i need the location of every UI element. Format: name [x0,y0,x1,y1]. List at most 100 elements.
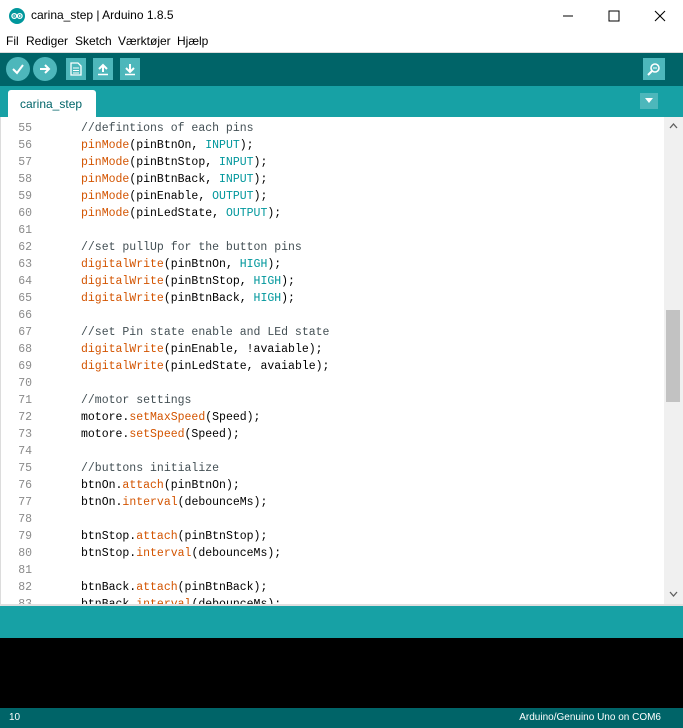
tab-menu-button[interactable] [640,93,658,109]
code-token: ); [239,139,254,152]
scrollbar-thumb[interactable] [666,310,680,402]
code-text: digitalWrite(pinBtnBack, HIGH); [81,290,295,307]
menu-file[interactable]: Fil [6,34,19,48]
code-area[interactable]: 55//defintions of each pins 56 pinMode(pin… [1,120,665,604]
console-output[interactable] [0,638,683,708]
line-number: 77 [18,496,32,509]
code-line[interactable]: 57 pinMode(pinBtnStop, INPUT); [1,154,665,171]
code-token: interval [122,496,178,509]
code-line[interactable]: 78 [1,511,665,528]
code-token: btnOn. [81,479,123,492]
code-token: //defintions of each pins [81,122,254,135]
code-line[interactable]: 67 //set Pin state enable and LEd state [1,324,665,341]
close-button[interactable] [637,0,683,31]
open-button[interactable] [93,58,113,80]
code-line[interactable]: 66 [1,307,665,324]
code-token: (pinBtnStop, [129,156,220,169]
code-text: //motor settings [81,392,191,409]
code-text: btnStop.attach(pinBtnStop); [81,528,267,545]
line-number: 63 [18,258,32,271]
code-token: pinMode [81,139,130,152]
code-line[interactable]: 59 pinMode(pinEnable, OUTPUT); [1,188,665,205]
code-line[interactable]: 72 motore.setMaxSpeed(Speed); [1,409,665,426]
code-line[interactable]: 60 pinMode(pinLedState, OUTPUT); [1,205,665,222]
line-number: 70 [18,377,32,390]
line-number: 58 [18,173,32,186]
code-line[interactable]: 69 digitalWrite(pinLedState, avaiable); [1,358,665,375]
code-token: setMaxSpeed [129,411,206,424]
menu-edit[interactable]: Rediger [26,34,68,48]
save-button[interactable] [120,58,140,80]
code-line[interactable]: 61 [1,222,665,239]
code-token: (pinBtnStop, [163,275,254,288]
code-token: INPUT [219,173,254,186]
code-token: ); [253,173,268,186]
code-line[interactable]: 76 btnOn.attach(pinBtnOn); [1,477,665,494]
scroll-up-button[interactable] [664,118,683,134]
code-line[interactable]: 79 btnStop.attach(pinBtnStop); [1,528,665,545]
code-line[interactable]: 75 //buttons initialize [1,460,665,477]
code-token: (pinBtnStop); [177,530,268,543]
code-token: ); [267,258,282,271]
code-line[interactable]: 65 digitalWrite(pinBtnBack, HIGH); [1,290,665,307]
menu-help[interactable]: Hjælp [177,34,208,48]
line-number: 68 [18,343,32,356]
code-line[interactable]: 63 digitalWrite(pinBtnOn, HIGH); [1,256,665,273]
code-line[interactable]: 58 pinMode(pinBtnBack, INPUT); [1,171,665,188]
code-token: (pinBtnBack, [129,173,220,186]
line-number: 80 [18,547,32,560]
new-button[interactable] [66,58,86,80]
code-line[interactable]: 83 btnBack.interval(debounceMs); [1,596,665,604]
code-line[interactable]: 71 //motor settings [1,392,665,409]
code-token: HIGH [253,292,282,305]
minimize-button[interactable] [545,0,591,31]
code-text: digitalWrite(pinLedState, avaiable); [81,358,329,375]
code-line[interactable]: 73 motore.setSpeed(Speed); [1,426,665,443]
status-bar: 10 Arduino/Genuino Uno on COM6 [0,708,683,728]
code-text: //buttons initialize [81,460,219,477]
serial-monitor-button[interactable] [643,58,665,80]
line-number: 65 [18,292,32,305]
tab-label: carina_step [20,97,83,111]
code-text: pinMode(pinBtnBack, INPUT); [81,171,267,188]
code-token: pinMode [81,173,130,186]
tab-carina-step[interactable]: carina_step [8,90,96,117]
code-line[interactable]: 55 //defintions of each pins [1,120,665,137]
code-line[interactable]: 74 [1,443,665,460]
maximize-button[interactable] [591,0,637,31]
code-text: pinMode(pinEnable, OUTPUT); [81,188,267,205]
verify-button[interactable] [6,57,30,81]
code-line[interactable]: 68 digitalWrite(pinEnable, !avaiable); [1,341,665,358]
line-number: 56 [18,139,32,152]
code-line[interactable]: 70 [1,375,665,392]
code-text: digitalWrite(pinEnable, !avaiable); [81,341,323,358]
code-token: (pinBtnBack); [177,581,268,594]
code-token: pinMode [81,156,130,169]
code-line[interactable]: 81 [1,562,665,579]
verify-icon [12,64,24,75]
code-line[interactable]: 82 btnBack.attach(pinBtnBack); [1,579,665,596]
upload-button[interactable] [33,57,57,81]
code-line[interactable]: 77 btnOn.interval(debounceMs); [1,494,665,511]
menu-tools[interactable]: Værktøjer [118,34,171,48]
window-title: carina_step | Arduino 1.8.5 [31,8,174,22]
code-token: pinMode [81,207,130,220]
code-text: //set pullUp for the button pins [81,239,302,256]
code-line[interactable]: 62 //set pullUp for the button pins [1,239,665,256]
title-bar: carina_step | Arduino 1.8.5 [0,0,683,32]
scroll-down-button[interactable] [664,586,683,602]
code-line[interactable]: 80 btnStop.interval(debounceMs); [1,545,665,562]
code-line[interactable]: 56 pinMode(pinBtnOn, INPUT); [1,137,665,154]
close-icon [654,10,666,21]
line-number: 64 [18,275,32,288]
code-token: (pinBtnOn, [163,258,240,271]
menu-sketch[interactable]: Sketch [75,34,112,48]
code-token: //buttons initialize [81,462,220,475]
code-text: motore.setMaxSpeed(Speed); [81,409,260,426]
code-editor[interactable]: 55//defintions of each pins 56 pinMode(pin… [0,117,683,604]
code-text: digitalWrite(pinBtnStop, HIGH); [81,273,295,290]
line-number: 83 [1,596,32,604]
code-token: digitalWrite [81,343,164,356]
code-line[interactable]: 64 digitalWrite(pinBtnStop, HIGH); [1,273,665,290]
code-text: btnOn.attach(pinBtnOn); [81,477,240,494]
